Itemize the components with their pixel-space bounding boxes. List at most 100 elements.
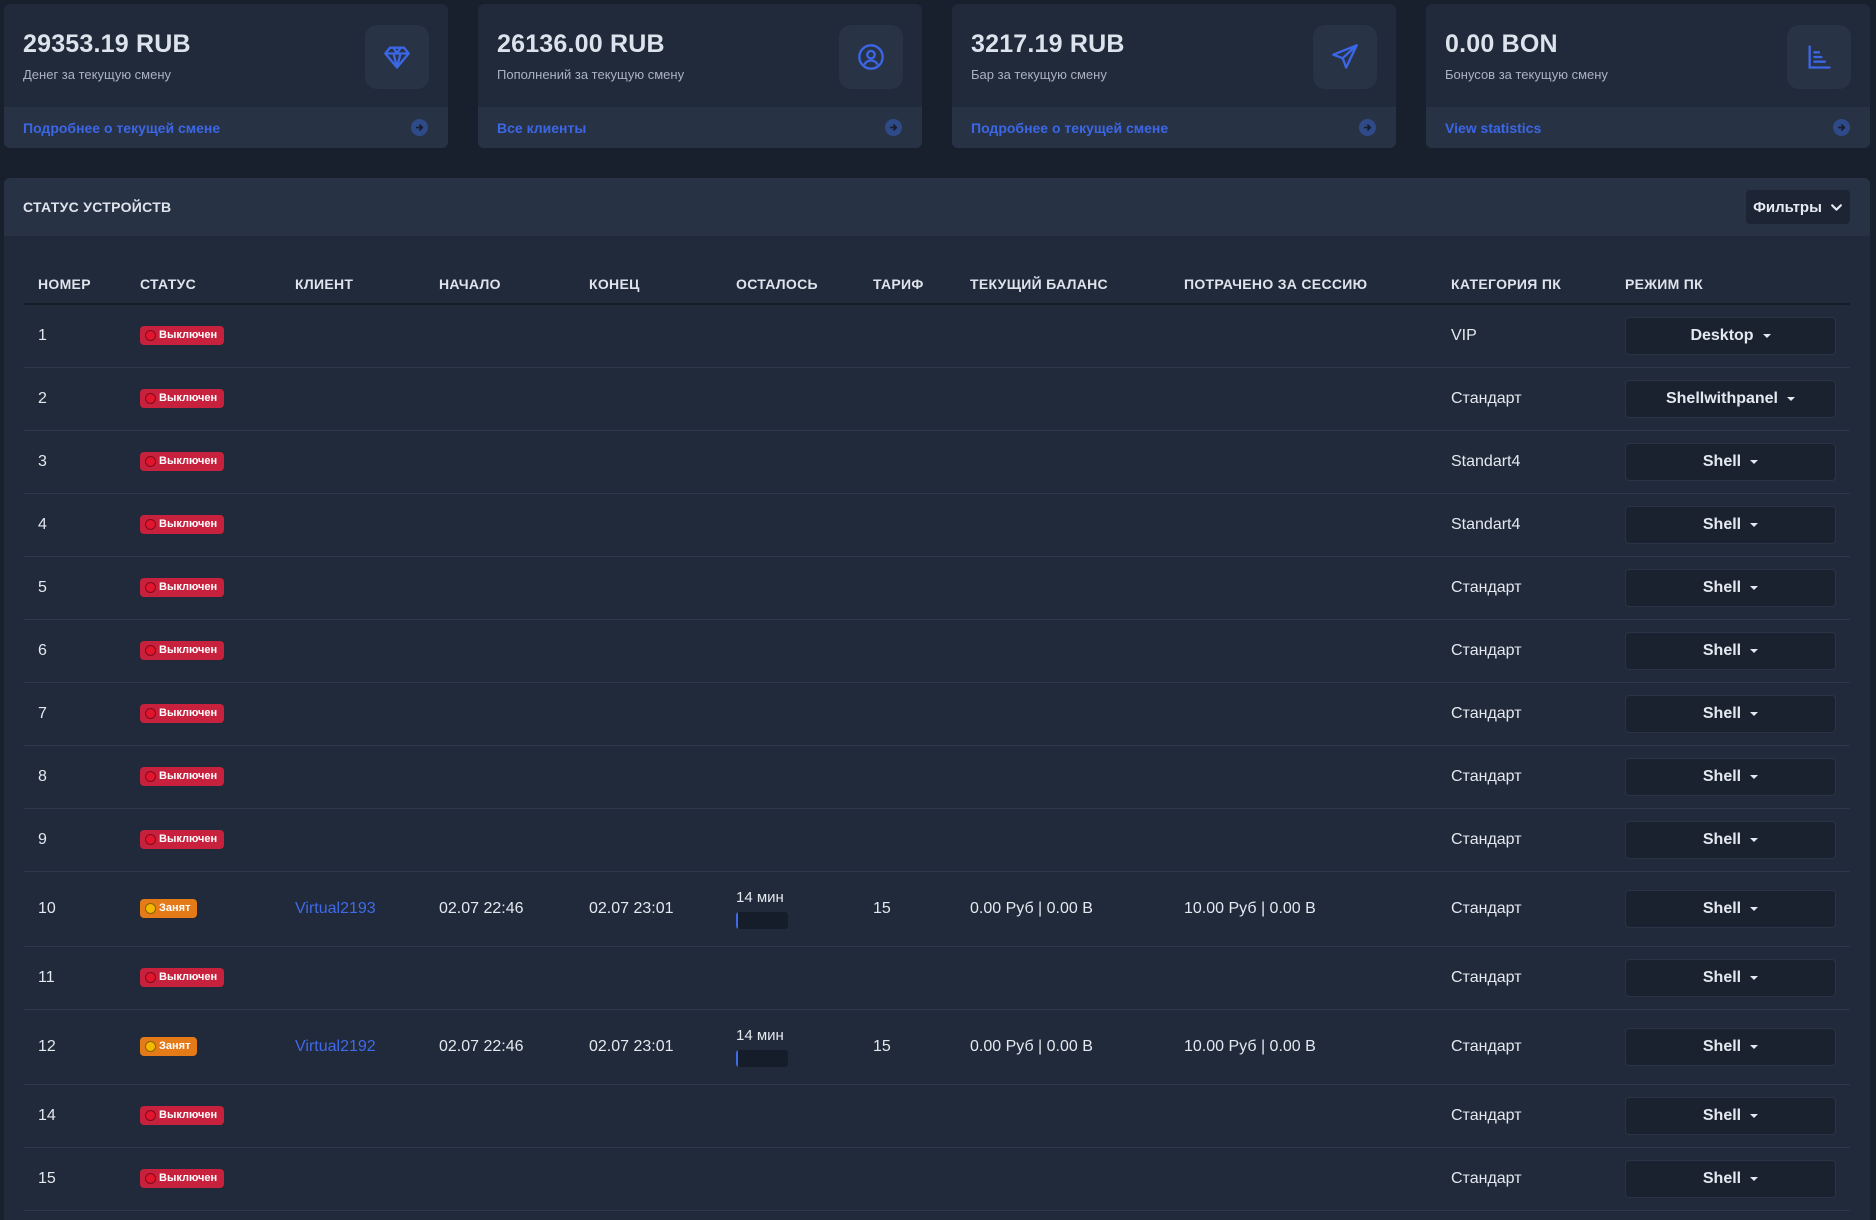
arrow-right-icon[interactable]	[1833, 119, 1850, 136]
current-shift-details-link[interactable]: Подробнее о текущей смене	[23, 120, 220, 136]
pc-mode-dropdown[interactable]: Shell	[1625, 442, 1836, 481]
status-label: Выключен	[159, 1109, 218, 1121]
session-spent	[1170, 808, 1437, 872]
arrow-right-icon[interactable]	[885, 119, 902, 136]
pc-mode-dropdown[interactable]: Shell	[1625, 694, 1836, 733]
remaining-time-cell	[722, 808, 859, 872]
pc-category: Стандарт	[1437, 1084, 1611, 1148]
client-cell	[281, 808, 425, 872]
col-start-header[interactable]: НАЧАЛО	[425, 264, 575, 305]
remaining-time-cell	[722, 367, 859, 431]
session-end	[575, 946, 722, 1010]
col-remaining-header[interactable]: ОСТАЛОСЬ	[722, 264, 859, 305]
pc-mode-dropdown[interactable]: Shell	[1625, 1096, 1836, 1135]
status-label: Выключен	[159, 833, 218, 845]
current-shift-details-link[interactable]: Подробнее о текущей смене	[971, 120, 1168, 136]
session-start: 02.07 22:46	[425, 1009, 575, 1085]
pc-mode-dropdown[interactable]: Shell	[1625, 631, 1836, 670]
table-row[interactable]: 9 Выключен Стандарт Shell	[24, 808, 1850, 872]
caret-down-icon	[1762, 333, 1771, 338]
session-end: 02.07 23:01	[575, 1009, 722, 1085]
client-link[interactable]: Virtual2192	[295, 1038, 376, 1055]
session-start	[425, 1084, 575, 1148]
pc-mode-label: Shell	[1702, 830, 1742, 848]
pc-mode-dropdown[interactable]: Shell	[1625, 505, 1836, 544]
client-link[interactable]: Virtual2193	[295, 900, 376, 917]
tariff	[859, 808, 956, 872]
remaining-time: 14 мин	[736, 888, 784, 906]
arrow-right-icon[interactable]	[1359, 119, 1376, 136]
status-cell: Выключен	[126, 808, 281, 872]
pc-number: 10	[24, 871, 126, 947]
view-statistics-link[interactable]: View statistics	[1445, 120, 1541, 136]
table-row[interactable]: 8 Выключен Стандарт Shell	[24, 745, 1850, 809]
tariff	[859, 493, 956, 557]
status-label: Выключен	[159, 971, 218, 983]
col-balance-header[interactable]: ТЕКУЩИЙ БАЛАНС	[956, 264, 1170, 305]
col-category-header[interactable]: КАТЕГОРИЯ ПК	[1437, 264, 1611, 305]
pc-mode-cell: Shell	[1611, 493, 1850, 557]
topups-caption: Пополнений за текущую смену	[497, 67, 685, 82]
table-row[interactable]: 3 Выключен Standart4 Shell	[24, 430, 1850, 494]
caret-down-icon	[1750, 1044, 1759, 1049]
pc-category: Standart4	[1437, 430, 1611, 494]
client-cell: Virtual2192	[281, 1009, 425, 1085]
caret-down-icon	[1750, 522, 1759, 527]
table-row[interactable]: 11 Выключен Стандарт Shell	[24, 946, 1850, 1010]
remaining-cell: 14 мин	[736, 1027, 859, 1067]
col-number-header[interactable]: НОМЕР	[24, 264, 126, 305]
pc-mode-dropdown[interactable]: Shell	[1625, 568, 1836, 607]
arrow-right-icon[interactable]	[411, 119, 428, 136]
remaining-time-cell	[722, 682, 859, 746]
client-cell	[281, 556, 425, 620]
col-spent-header[interactable]: ПОТРАЧЕНО ЗА СЕССИЮ	[1170, 264, 1437, 305]
remaining-time-cell	[722, 745, 859, 809]
status-label: Выключен	[159, 1172, 218, 1184]
session-start	[425, 682, 575, 746]
pc-mode-cell: Shell	[1611, 745, 1850, 809]
pc-mode-dropdown[interactable]: Shell	[1625, 958, 1836, 997]
table-row[interactable]: 15 Выключен Стандарт Shell	[24, 1147, 1850, 1211]
filters-button[interactable]: Фильтры	[1746, 190, 1850, 224]
col-mode-header[interactable]: РЕЖИМ ПК	[1611, 264, 1850, 305]
pc-mode-dropdown[interactable]: Shell	[1625, 820, 1836, 859]
table-row[interactable]: 5 Выключен Стандарт Shell	[24, 556, 1850, 620]
session-start	[425, 556, 575, 620]
all-clients-link[interactable]: Все клиенты	[497, 120, 586, 136]
pc-number: 12	[24, 1009, 126, 1085]
current-balance	[956, 1147, 1170, 1211]
pc-mode-label: Shell	[1702, 1169, 1742, 1187]
table-row[interactable]: 12 Занят Virtual2192 02.07 22:46 02.07 2…	[24, 1009, 1850, 1085]
client-cell	[281, 304, 425, 368]
filters-label: Фильтры	[1753, 198, 1822, 216]
col-tariff-header[interactable]: ТАРИФ	[859, 264, 956, 305]
remaining-time-cell	[722, 493, 859, 557]
caret-down-icon	[1750, 585, 1759, 590]
pc-mode-dropdown[interactable]: Shell	[1625, 1027, 1836, 1066]
pc-category: Стандарт	[1437, 682, 1611, 746]
pc-category: Стандарт	[1437, 871, 1611, 947]
col-client-header[interactable]: КЛИЕНТ	[281, 264, 425, 305]
table-row[interactable]: 14 Выключен Стандарт Shell	[24, 1084, 1850, 1148]
remaining-time-cell	[722, 304, 859, 368]
session-end	[575, 556, 722, 620]
current-balance	[956, 808, 1170, 872]
table-row[interactable]: 2 Выключен Стандарт Shellwithpanel	[24, 367, 1850, 431]
table-row[interactable]: 10 Занят Virtual2193 02.07 22:46 02.07 2…	[24, 871, 1850, 947]
table-row[interactable]: 7 Выключен Стандарт Shell	[24, 682, 1850, 746]
col-status-header[interactable]: СТАТУС	[126, 264, 281, 305]
table-row[interactable]: 1 Выключен VIP Desktop	[24, 304, 1850, 368]
session-start	[425, 619, 575, 683]
table-row[interactable]: 6 Выключен Стандарт Shell	[24, 619, 1850, 683]
col-end-header[interactable]: КОНЕЦ	[575, 264, 722, 305]
pc-mode-dropdown[interactable]: Shellwithpanel	[1625, 379, 1836, 418]
session-end	[575, 1147, 722, 1211]
pc-mode-dropdown[interactable]: Shell	[1625, 1159, 1836, 1198]
remaining-progress-fill	[736, 1049, 739, 1067]
pc-mode-dropdown[interactable]: Shell	[1625, 889, 1836, 928]
client-cell	[281, 430, 425, 494]
table-row[interactable]: 4 Выключен Standart4 Shell	[24, 493, 1850, 557]
pc-mode-dropdown[interactable]: Desktop	[1625, 316, 1836, 355]
caret-down-icon	[1750, 975, 1759, 980]
pc-mode-dropdown[interactable]: Shell	[1625, 757, 1836, 796]
